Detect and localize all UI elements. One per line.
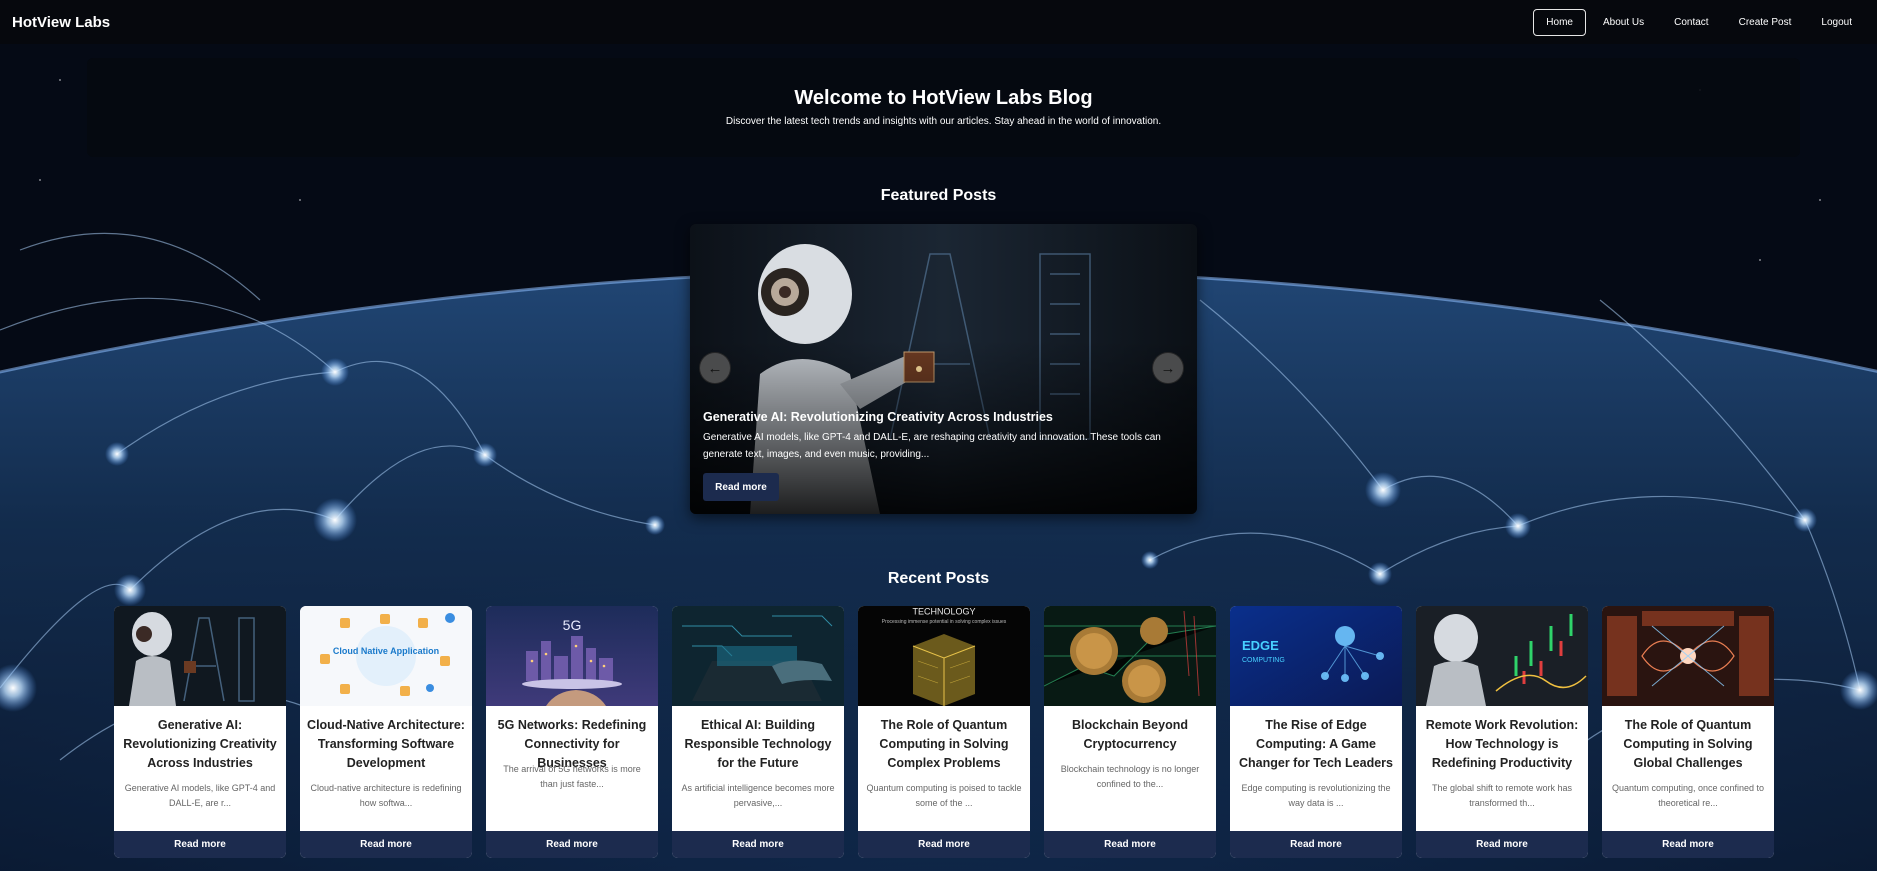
post-card: The Role of Quantum Computing in Solving… <box>1602 606 1774 858</box>
read-more-button[interactable]: Read more <box>1230 831 1402 858</box>
read-more-button[interactable]: Read more <box>1044 831 1216 858</box>
featured-carousel: ← → Generative AI: Revolutionizing Creat… <box>690 224 1197 514</box>
quantum-cube-image: TECHNOLOGY Processing immense potential … <box>858 606 1030 706</box>
featured-read-more-button[interactable]: Read more <box>703 473 779 501</box>
post-title[interactable]: The Rise of Edge Computing: A Game Chang… <box>1230 716 1402 773</box>
post-excerpt: Generative AI models, like GPT-4 and DAL… <box>124 783 276 808</box>
post-excerpt: As artificial intelligence becomes more … <box>681 783 835 808</box>
read-more-button[interactable]: Read more <box>300 831 472 858</box>
post-title[interactable]: Cloud-Native Architecture: Transforming … <box>300 716 472 773</box>
nav-home[interactable]: Home <box>1533 8 1586 36</box>
read-more-button[interactable]: Read more <box>486 831 658 858</box>
quantum-light-image <box>1602 606 1774 706</box>
read-more-button[interactable]: Read more <box>858 831 1030 858</box>
nav-about[interactable]: About Us <box>1590 9 1657 36</box>
post-card: TECHNOLOGY Processing immense potential … <box>858 606 1030 858</box>
image-caption-line1: Cloud Native Application <box>333 646 439 656</box>
post-title[interactable]: The Role of Quantum Computing in Solving… <box>1602 716 1774 773</box>
nav-contact[interactable]: Contact <box>1661 9 1721 36</box>
hero-banner: Welcome to HotView Labs Blog Discover th… <box>87 58 1800 157</box>
read-more-button[interactable]: Read more <box>1602 831 1774 858</box>
image-caption-sub: Processing immense potential in solving … <box>882 619 1007 625</box>
hero-subtitle: Discover the latest tech trends and insi… <box>725 116 1162 127</box>
hero-title: Welcome to HotView Labs Blog <box>794 87 1093 109</box>
navbar: HotView Labs Home About Us Contact Creat… <box>0 0 1877 44</box>
post-excerpt: Edge computing is revolutionizing the wa… <box>1241 783 1391 808</box>
post-excerpt: The arrival of 5G networks is more than … <box>503 764 641 789</box>
crypto-coins-image <box>1044 606 1216 706</box>
nav-links: Home About Us Contact Create Post Logout <box>1533 8 1865 36</box>
cloud-native-diagram-image: Cloud Native Application <box>300 606 472 706</box>
5g-city-image: 5G <box>486 606 658 706</box>
post-title[interactable]: The Role of Quantum Computing in Solving… <box>858 716 1030 773</box>
edge-computing-image: EDGE COMPUTING <box>1230 606 1402 706</box>
post-card: Ethical AI: Building Responsible Technol… <box>672 606 844 858</box>
brand-logo[interactable]: HotView Labs <box>12 14 110 31</box>
carousel-next-arrow[interactable]: → <box>1152 352 1184 384</box>
carousel-prev-arrow[interactable]: ← <box>699 352 731 384</box>
post-excerpt: Quantum computing, once confined to theo… <box>1611 783 1765 808</box>
carousel-caption: Generative AI: Revolutionizing Creativit… <box>703 410 1183 463</box>
image-caption-edge: EDGE <box>1242 638 1279 653</box>
read-more-button[interactable]: Read more <box>114 831 286 858</box>
post-title[interactable]: Blockchain Beyond Cryptocurrency <box>1044 716 1216 754</box>
featured-post-title[interactable]: Generative AI: Revolutionizing Creativit… <box>703 410 1183 424</box>
image-caption-computing: COMPUTING <box>1242 657 1285 664</box>
nav-logout[interactable]: Logout <box>1808 9 1865 36</box>
post-title[interactable]: Ethical AI: Building Responsible Technol… <box>672 716 844 773</box>
post-card: Generative AI: Revolutionizing Creativit… <box>114 606 286 858</box>
robot-chart-image <box>1416 606 1588 706</box>
read-more-button[interactable]: Read more <box>1416 831 1588 858</box>
post-card: Remote Work Revolution: How Technology i… <box>1416 606 1588 858</box>
read-more-button[interactable]: Read more <box>672 831 844 858</box>
post-card: Cloud Native Application Cloud-Native Ar… <box>300 606 472 858</box>
image-caption-5g: 5G <box>563 617 582 633</box>
post-excerpt: Blockchain technology is no longer confi… <box>1060 764 1200 789</box>
post-title[interactable]: Remote Work Revolution: How Technology i… <box>1416 716 1588 773</box>
post-card: EDGE COMPUTING The Rise of Edge Computin… <box>1230 606 1402 858</box>
featured-post-excerpt: Generative AI models, like GPT-4 and DAL… <box>703 432 1161 460</box>
nav-create-post[interactable]: Create Post <box>1726 9 1805 36</box>
laptop-hands-image <box>672 606 844 706</box>
image-caption-technology: TECHNOLOGY <box>912 606 975 616</box>
post-excerpt: The global shift to remote work has tran… <box>1431 783 1573 808</box>
featured-heading: Featured Posts <box>880 187 997 204</box>
post-excerpt: Cloud-native architecture is redefining … <box>310 783 462 808</box>
post-card: Blockchain Beyond Cryptocurrency Blockch… <box>1044 606 1216 858</box>
post-title[interactable]: Generative AI: Revolutionizing Creativit… <box>114 716 286 773</box>
post-card: 5G 5G Networks: Redefining Connectivity … <box>486 606 658 858</box>
recent-heading: Recent Posts <box>887 570 990 587</box>
post-excerpt: Quantum computing is poised to tackle so… <box>866 783 1022 808</box>
robot-ai-image <box>114 606 286 706</box>
featured-slide-image <box>690 224 1197 514</box>
